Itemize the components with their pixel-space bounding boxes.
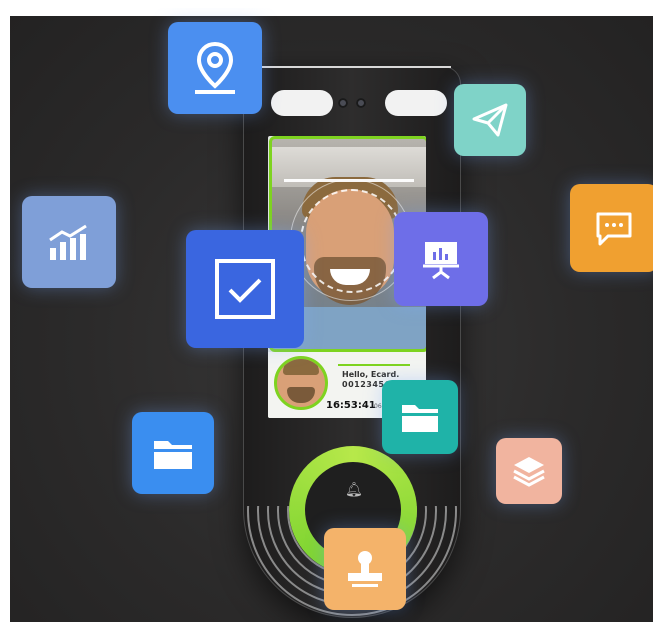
bar-chart-icon xyxy=(22,196,116,288)
left-sensor-light xyxy=(271,90,333,116)
face-scan-ring xyxy=(300,189,404,293)
checkbox-icon xyxy=(186,230,304,348)
greeting-text: Hello, Ecard. xyxy=(342,370,400,379)
top-border xyxy=(10,8,653,16)
clock-suffix: 06 xyxy=(374,403,382,410)
camera-lens xyxy=(356,98,366,108)
scan-line xyxy=(284,179,414,182)
camera-lens xyxy=(338,98,348,108)
stamp-icon xyxy=(324,528,406,610)
hero-illustration: Hello, Ecard. 0012345678 16:53:41 06 🔔︎ xyxy=(10,8,653,622)
folder-icon xyxy=(382,380,458,454)
clock-text: 16:53:41 xyxy=(326,400,376,411)
right-sensor-light xyxy=(385,90,447,116)
card-divider xyxy=(338,364,410,366)
bell-icon: 🔔︎ xyxy=(345,482,363,498)
layers-icon xyxy=(496,438,562,504)
avatar xyxy=(274,356,328,410)
chat-icon xyxy=(570,184,653,272)
send-icon xyxy=(454,84,526,156)
location-pin-icon xyxy=(168,22,262,114)
presentation-icon xyxy=(394,212,488,306)
device-top-edge xyxy=(261,66,451,68)
folder-icon xyxy=(132,412,214,494)
